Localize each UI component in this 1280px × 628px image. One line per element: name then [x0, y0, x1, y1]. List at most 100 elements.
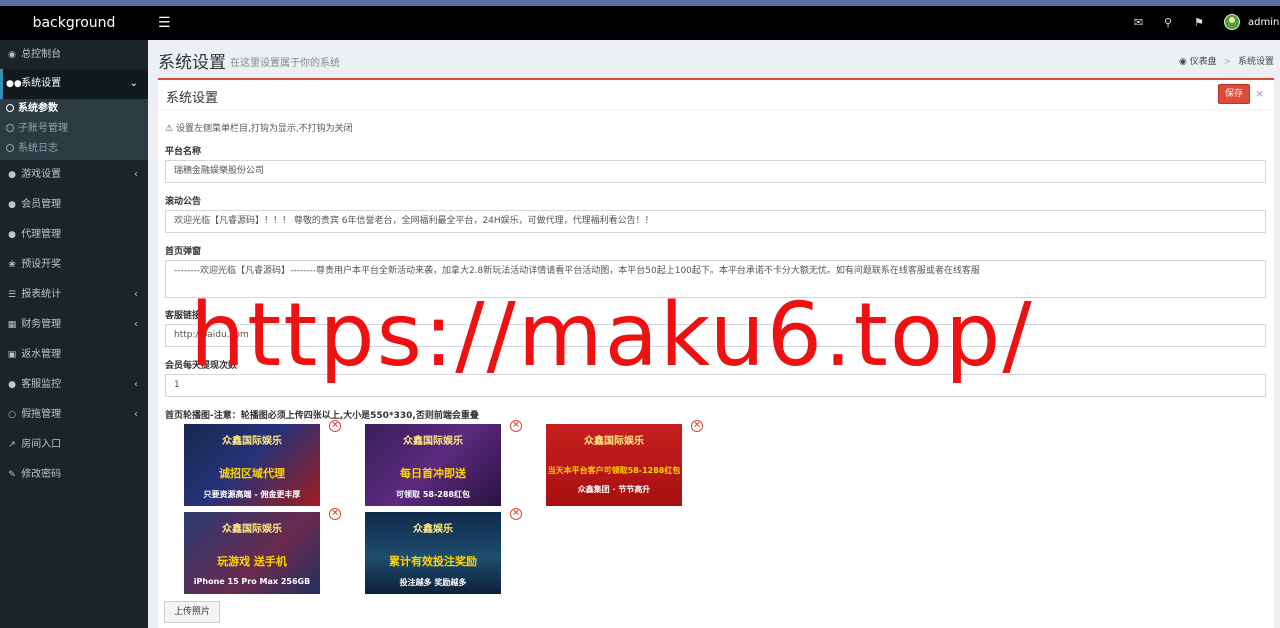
- sidebar-subitem-label: 系统日志: [18, 143, 58, 154]
- carousel-banner-4: 众鑫国际娱乐 玩游戏 送手机 iPhone 15 Pro Max 256GB: [184, 512, 320, 594]
- upload-photo-button[interactable]: 上传照片: [164, 601, 220, 623]
- banner-caption: 众鑫娱乐: [413, 524, 453, 535]
- banner-headline: 每日首冲即送: [400, 467, 466, 480]
- delete-circle-icon[interactable]: ×: [510, 420, 522, 432]
- sidebar-item-fake-users[interactable]: ○ 假拖管理 ‹: [0, 400, 148, 430]
- banner-tagline: 投注越多 奖励越多: [399, 578, 467, 587]
- sidebar-item-rebate[interactable]: ▣ 返水管理: [0, 340, 148, 370]
- sidebar-item-room-entry[interactable]: ↗ 房间入口: [0, 430, 148, 460]
- password-icon: ✎: [8, 470, 16, 480]
- banner-caption: 众鑫国际娱乐: [584, 436, 644, 447]
- delete-circle-icon[interactable]: ×: [691, 420, 703, 432]
- circle-icon: [6, 104, 14, 112]
- mail-icon[interactable]: ✉: [1134, 16, 1143, 30]
- delete-circle-icon[interactable]: ×: [329, 508, 341, 520]
- chevron-left-icon: ‹: [134, 319, 138, 330]
- circle-icon: [6, 144, 14, 152]
- gamepad-icon: ●: [8, 170, 16, 180]
- page-subtitle: 在这里设置属于你的系统: [230, 58, 340, 69]
- banner-caption: 众鑫国际娱乐: [222, 436, 282, 447]
- chevron-left-icon: ‹: [134, 379, 138, 390]
- dashboard-icon: ◉: [1178, 57, 1187, 67]
- sidebar-item-label: 预设开奖: [21, 259, 62, 270]
- sidebar-item-label: 客服监控: [21, 379, 62, 390]
- flag-icon[interactable]: ⚑: [1194, 16, 1204, 30]
- brand-logo[interactable]: background: [0, 6, 148, 40]
- sidebar-item-preset-draw[interactable]: ❀ 预设开奖: [0, 250, 148, 280]
- carousel-banner-3: 众鑫国际娱乐 当天本平台客户可领取58-1288红包 众鑫集团 · 节节高升: [546, 424, 682, 506]
- sidebar-item-label: 报表统计: [21, 289, 62, 300]
- banner-headline: 累计有效投注奖励: [389, 555, 477, 568]
- banner-tagline: 只要资源高端 - 佣金更丰厚: [203, 490, 301, 499]
- sidebar-item-system-settings[interactable]: ●● 系统设置 ⌄: [0, 69, 148, 99]
- carousel-banner-1: 众鑫国际娱乐 诚招区域代理 只要资源高端 - 佣金更丰厚: [184, 424, 320, 506]
- sidebar-item-label: 系统设置: [21, 78, 62, 89]
- banner-caption: 众鑫国际娱乐: [222, 524, 282, 535]
- chevron-down-icon: ⌄: [129, 78, 138, 89]
- preset-icon: ❀: [8, 260, 16, 270]
- sidebar-item-label: 游戏设置: [21, 169, 62, 180]
- sidebar-item-agents[interactable]: ● 代理管理: [0, 220, 148, 250]
- breadcrumb-link-dashboard[interactable]: 仪表盘: [1190, 57, 1217, 67]
- breadcrumb-current: 系统设置: [1237, 57, 1274, 67]
- banner-headline: 诚招区域代理: [219, 467, 285, 480]
- breadcrumb-separator: >: [1223, 57, 1232, 67]
- sidebar-item-service-monitor[interactable]: ● 客服监控 ‹: [0, 370, 148, 400]
- sidebar-item-label: 修改密码: [21, 469, 62, 480]
- hamburger-icon[interactable]: ☰: [158, 15, 171, 31]
- chevron-left-icon: ‹: [134, 289, 138, 300]
- finance-icon: ▦: [7, 320, 17, 330]
- marquee-input[interactable]: 欢迎光临【凡睿源码】！！！ 尊敬的贵宾 6年信誉老台，全网福利最全平台，24H娱…: [165, 210, 1266, 233]
- platform-name-input[interactable]: 瑞穗金融娱樂股份公司: [165, 160, 1266, 183]
- bell-icon[interactable]: ⚲: [1164, 16, 1172, 30]
- sidebar-item-members[interactable]: ● 会员管理: [0, 190, 148, 220]
- hint-text: 设置左侧菜单栏目,打钩为显示,不打钩为关闭: [175, 124, 353, 134]
- report-icon: ☰: [7, 290, 17, 300]
- delete-circle-icon[interactable]: ×: [329, 420, 341, 432]
- chat-icon: ○: [8, 410, 16, 420]
- close-icon[interactable]: ×: [1255, 87, 1264, 100]
- sidebar-item-label: 返水管理: [21, 349, 62, 360]
- breadcrumb: ◉ 仪表盘 > 系统设置: [1179, 54, 1274, 67]
- delete-circle-icon[interactable]: ×: [510, 508, 522, 520]
- settings-icon: ●●: [6, 79, 22, 89]
- top-header: background ☰ ✉ ⚲ ⚑ admin: [0, 6, 1280, 40]
- banner-headline: 当天本平台客户可领取58-1288红包: [547, 466, 681, 475]
- sidebar-item-dashboard[interactable]: ◉ 总控制台: [0, 40, 148, 70]
- box-divider: [158, 109, 1274, 110]
- sidebar-subitem-sub-accounts[interactable]: 子账号管理: [0, 119, 148, 139]
- sidebar-item-label: 假拖管理: [21, 409, 62, 420]
- monitor-icon: ●: [8, 380, 16, 390]
- system-submenu: 系统参数 子账号管理 系统日志: [0, 99, 148, 160]
- box-title: 系统设置: [166, 91, 219, 106]
- sidebar-subitem-system-params[interactable]: 系统参数: [0, 99, 148, 119]
- banner-tagline: 可领取 58-288红包: [396, 490, 470, 499]
- sidebar-item-label: 会员管理: [21, 199, 62, 210]
- watermark-url: https://maku6.top/: [190, 284, 1034, 386]
- popup-label: 首页弹窗: [165, 247, 202, 257]
- content-header: 系统设置 在这里设置属于你的系统 ◉ 仪表盘 > 系统设置: [148, 40, 1280, 76]
- carousel-banner-2: 众鑫国际娱乐 每日首冲即送 可领取 58-288红包: [365, 424, 501, 506]
- dashboard-icon: ◉: [8, 50, 16, 60]
- sidebar-subitem-system-log[interactable]: 系统日志: [0, 139, 148, 159]
- avatar[interactable]: [1224, 14, 1240, 30]
- platform-name-label: 平台名称: [165, 147, 202, 157]
- save-button[interactable]: 保存: [1218, 84, 1250, 104]
- sidebar-item-label: 代理管理: [21, 229, 62, 240]
- sidebar-item-reports[interactable]: ☰ 报表统计 ‹: [0, 280, 148, 310]
- banner-tagline: 众鑫集团 · 节节高升: [577, 485, 651, 494]
- sidebar-item-change-password[interactable]: ✎ 修改密码: [0, 460, 148, 490]
- sidebar-subitem-label: 系统参数: [18, 103, 58, 114]
- sidebar-item-label: 房间入口: [21, 439, 62, 450]
- circle-icon: [6, 124, 14, 132]
- username[interactable]: admin: [1248, 16, 1279, 30]
- banner-tagline: iPhone 15 Pro Max 256GB: [193, 577, 311, 586]
- users-icon: ●: [8, 200, 16, 210]
- sidebar-item-label: 总控制台: [21, 49, 62, 60]
- sidebar-item-game-settings[interactable]: ● 游戏设置 ‹: [0, 160, 148, 190]
- warning-icon: ⚠: [165, 124, 174, 134]
- sidebar-item-finance[interactable]: ▦ 财务管理 ‹: [0, 310, 148, 340]
- banner-caption: 众鑫国际娱乐: [403, 436, 463, 447]
- sidebar-item-label: 财务管理: [21, 319, 62, 330]
- banner-headline: 玩游戏 送手机: [217, 555, 287, 568]
